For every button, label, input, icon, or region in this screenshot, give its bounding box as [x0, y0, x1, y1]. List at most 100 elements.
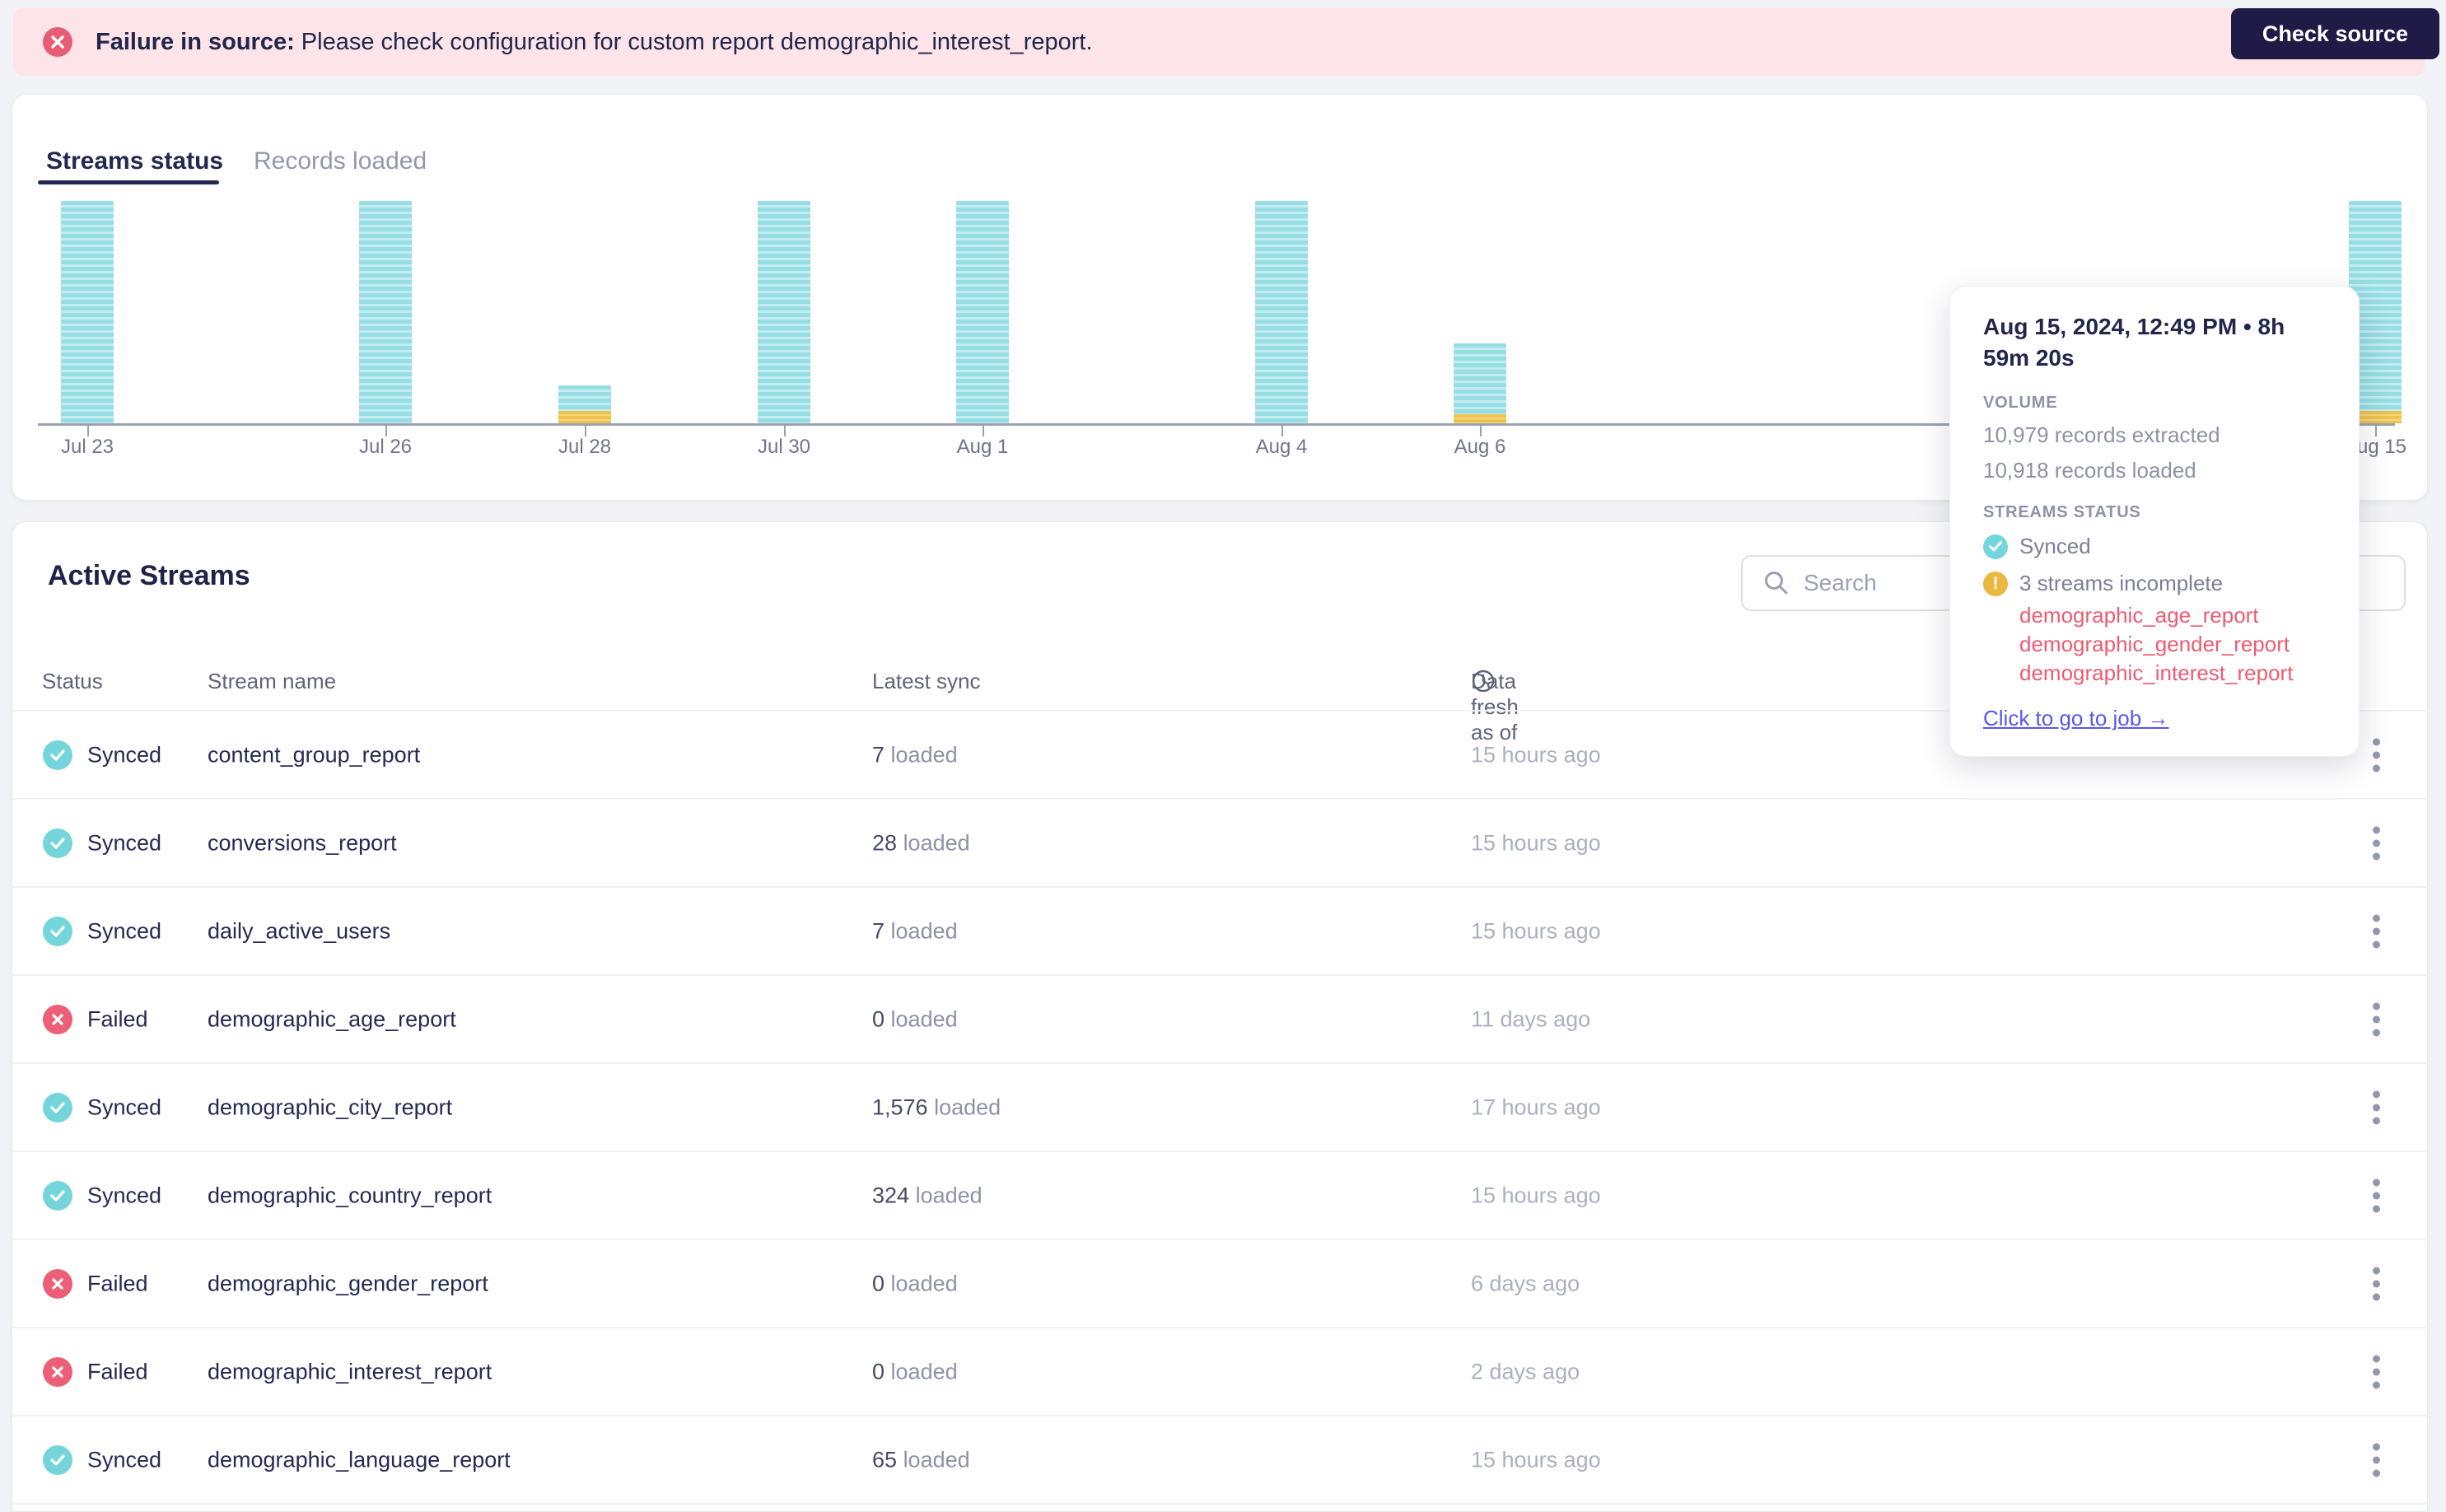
incomplete-stream-link[interactable]: demographic_gender_report: [2019, 630, 2326, 659]
synced-check-icon: [43, 916, 72, 946]
data-fresh-value: 6 days ago: [1471, 1271, 1580, 1295]
loaded-count: 0: [872, 1271, 885, 1295]
chart-bar-aug-1[interactable]: [956, 201, 1009, 423]
loaded-word: loaded: [890, 918, 958, 943]
column-header-latest-sync: Latest sync: [872, 669, 981, 693]
synced-check-icon: [43, 1180, 72, 1211]
data-fresh-value: 15 hours ago: [1471, 918, 1601, 943]
chart-bar-jul-26[interactable]: [359, 201, 412, 423]
error-icon: [43, 27, 72, 57]
data-fresh-value: 15 hours ago: [1471, 1183, 1601, 1207]
row-kebab-menu[interactable]: [2368, 1085, 2385, 1129]
x-axis-label: Aug 6: [1454, 436, 1506, 458]
tooltip-streams-status-label: STREAMS STATUS: [1983, 503, 2141, 521]
chart-bar-jul-28[interactable]: [558, 385, 611, 423]
stream-name: content_group_report: [208, 742, 421, 767]
latest-sync-loaded: 28 loaded: [872, 830, 970, 856]
x-axis-label: Aug 4: [1255, 436, 1308, 458]
incomplete-stream-link[interactable]: demographic_interest_report: [2019, 659, 2326, 688]
column-header-stream-name: Stream name: [208, 669, 337, 693]
row-kebab-menu[interactable]: [2368, 909, 2385, 953]
chart-bar-aug-4[interactable]: [1255, 201, 1308, 423]
table-row: Synced demographic_city_report 1,576 loade…: [12, 1064, 2427, 1152]
incomplete-stream-link[interactable]: demographic_age_report: [2019, 601, 2326, 630]
loaded-count: 28: [872, 830, 898, 855]
active-tab-underline: [38, 180, 219, 184]
table-row: Failed demographic_interest_report 0 loade…: [12, 1328, 2427, 1416]
tooltip-records-loaded: 10,918 records loaded: [1983, 458, 2196, 483]
loaded-count: 0: [872, 1006, 885, 1031]
tab-records-loaded[interactable]: Records loaded: [254, 147, 427, 175]
sync-tooltip: Aug 15, 2024, 12:49 PM • 8h 59m 20s VOLU…: [1949, 286, 2360, 757]
table-row: Synced demographic_language_report 65 load…: [12, 1416, 2427, 1505]
loaded-word: loaded: [890, 742, 958, 767]
go-to-job-link[interactable]: Click to go to job →: [1983, 706, 2168, 731]
failed-x-icon: [43, 1268, 72, 1299]
row-kebab-menu[interactable]: [2368, 821, 2385, 865]
stream-name: demographic_country_report: [208, 1183, 492, 1207]
chart-bar-jul-30[interactable]: [758, 201, 810, 423]
stream-name: conversions_report: [208, 830, 397, 855]
check-source-button[interactable]: Check source: [2230, 8, 2439, 59]
status-label: Failed: [87, 1006, 148, 1031]
tab-streams-status[interactable]: Streams status: [46, 147, 223, 175]
tooltip-synced-row: Synced: [1983, 534, 2326, 559]
latest-sync-loaded: 324 loaded: [872, 1183, 983, 1208]
tooltip-incomplete-label: 3 streams incomplete: [2019, 571, 2224, 595]
error-banner-message: Please check configuration for custom re…: [294, 28, 1093, 55]
row-kebab-menu[interactable]: [2368, 1438, 2385, 1482]
check-icon: [1983, 534, 2008, 559]
failed-x-icon: [43, 1004, 72, 1034]
loaded-word: loaded: [890, 1271, 958, 1295]
stream-name: demographic_gender_report: [208, 1271, 488, 1295]
search-icon: [1765, 572, 1788, 595]
status-label: Synced: [87, 830, 162, 855]
loaded-word: loaded: [915, 1183, 983, 1207]
x-axis-label: Jul 26: [358, 436, 413, 458]
data-fresh-value: 15 hours ago: [1471, 830, 1601, 855]
data-fresh-value: 17 hours ago: [1471, 1094, 1601, 1119]
synced-check-icon: [43, 1092, 72, 1122]
row-kebab-menu[interactable]: [2368, 1350, 2385, 1393]
loaded-count: 324: [872, 1183, 910, 1207]
latest-sync-loaded: 65 loaded: [872, 1447, 970, 1472]
x-axis-label: Jul 28: [558, 436, 612, 458]
latest-sync-loaded: 0 loaded: [872, 1006, 958, 1032]
row-kebab-menu[interactable]: [2368, 733, 2385, 777]
latest-sync-loaded: 7 loaded: [872, 742, 958, 768]
row-kebab-menu[interactable]: [2368, 1262, 2385, 1305]
loaded-word: loaded: [903, 1447, 970, 1472]
chart-bar-jul-23[interactable]: [61, 201, 114, 423]
loaded-count: 65: [872, 1447, 898, 1472]
row-kebab-menu[interactable]: [2368, 997, 2385, 1041]
synced-check-icon: [43, 1444, 72, 1475]
streams-table-body: Synced content_group_report 7 loaded 15 hou…: [12, 710, 2427, 1505]
status-label: Synced: [87, 918, 162, 943]
chart-bar-aug-6[interactable]: [1454, 343, 1506, 423]
loaded-word: loaded: [890, 1359, 958, 1384]
synced-check-icon: [43, 740, 72, 770]
chart-bar-incomplete-segment: [558, 411, 611, 423]
chart-bar-incomplete-segment: [1454, 414, 1506, 423]
status-label: Failed: [87, 1359, 148, 1384]
warning-icon: !: [1983, 571, 2008, 596]
row-kebab-menu[interactable]: [2368, 1174, 2385, 1217]
data-fresh-value: 15 hours ago: [1471, 1447, 1601, 1472]
loaded-word: loaded: [890, 1006, 958, 1031]
loaded-word: loaded: [934, 1094, 1001, 1119]
tooltip-synced-label: Synced: [2019, 534, 2091, 558]
failed-x-icon: [43, 1356, 72, 1387]
active-streams-title: Active Streams: [48, 560, 250, 591]
table-row: Synced daily_active_users 7 loaded 15 hours…: [12, 888, 2427, 976]
x-axis-label: Aug 1: [956, 436, 1009, 458]
latest-sync-loaded: 0 loaded: [872, 1271, 958, 1296]
tooltip-title: Aug 15, 2024, 12:49 PM • 8h 59m 20s: [1983, 314, 2285, 371]
tooltip-incomplete-links: demographic_age_report demographic_gender…: [2019, 601, 2326, 688]
status-label: Synced: [87, 1447, 162, 1472]
data-fresh-value: 11 days ago: [1471, 1006, 1591, 1031]
table-row: Synced conversions_report 28 loaded 15 hour…: [12, 800, 2427, 888]
error-banner-bold: Failure in source:: [96, 28, 295, 55]
status-label: Synced: [87, 1183, 162, 1207]
table-row: Failed demographic_gender_report 0 loaded 6…: [12, 1240, 2427, 1328]
table-row: Failed demographic_age_report 0 loaded 11 d…: [12, 976, 2427, 1064]
